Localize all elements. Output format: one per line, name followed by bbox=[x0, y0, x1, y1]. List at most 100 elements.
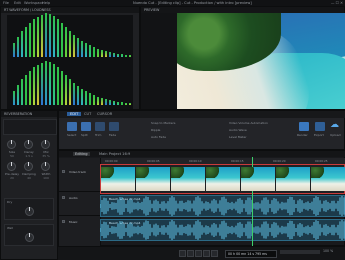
tool-label: Fade bbox=[109, 133, 117, 137]
meter-bar bbox=[13, 91, 15, 105]
meter-bar bbox=[33, 19, 35, 57]
meter-bar bbox=[97, 97, 99, 105]
option-audio-wave[interactable]: Audio Wave bbox=[229, 128, 247, 132]
video-thumbnail bbox=[241, 167, 275, 191]
option-snap[interactable]: Snap to Markers bbox=[151, 121, 175, 125]
meter-display bbox=[7, 13, 133, 109]
meter-bar bbox=[73, 83, 75, 105]
window-controls[interactable]: — ☐ ✕ bbox=[331, 1, 343, 5]
effect-panel-title: REVERBERATION bbox=[4, 112, 33, 116]
track-header-audio[interactable]: Audio bbox=[59, 194, 101, 216]
knob-size[interactable] bbox=[7, 140, 16, 149]
timecode-display[interactable]: 00 h 00 mn 14 s 795 ms bbox=[225, 250, 277, 258]
meter-bar bbox=[101, 50, 103, 57]
ruler-label: 00:00:25 bbox=[315, 159, 328, 163]
knob-width[interactable] bbox=[41, 162, 50, 171]
option-level-meter[interactable]: Level Meter bbox=[229, 135, 247, 139]
knob-mix[interactable] bbox=[41, 140, 50, 149]
zoom-slider[interactable] bbox=[280, 250, 320, 254]
meter-bar bbox=[73, 35, 75, 57]
track-name-video: Video track bbox=[69, 170, 86, 174]
meter-bar bbox=[29, 71, 31, 105]
render-button[interactable] bbox=[299, 122, 309, 131]
export-button[interactable] bbox=[315, 122, 325, 131]
meter-bar bbox=[117, 54, 119, 57]
knob-damping[interactable] bbox=[24, 162, 33, 171]
go-start-button[interactable] bbox=[179, 250, 186, 257]
meter-bar bbox=[125, 55, 127, 57]
cloud-upload-icon[interactable]: ☁ bbox=[330, 120, 339, 130]
video-preview[interactable] bbox=[177, 13, 345, 109]
menu-help[interactable]: Help bbox=[42, 1, 50, 5]
meter-bar bbox=[77, 86, 79, 105]
track-header-video[interactable]: Video track bbox=[59, 168, 101, 192]
knob-predelay[interactable] bbox=[7, 162, 16, 171]
scissors-tool-button[interactable] bbox=[81, 122, 91, 131]
fade-tool-button[interactable] bbox=[109, 122, 119, 131]
tool-label: Split bbox=[81, 133, 88, 137]
meter-bar bbox=[57, 67, 59, 105]
track-header-music[interactable]: Music bbox=[59, 218, 101, 240]
go-end-button[interactable] bbox=[211, 250, 218, 257]
meter-bar bbox=[65, 75, 67, 105]
menu-workspace[interactable]: Workspace bbox=[24, 1, 44, 5]
timecode-text: 00 h 00 mn 14 s 795 ms bbox=[228, 252, 267, 256]
tab-cut[interactable]: CUT bbox=[84, 112, 91, 116]
meter-bar bbox=[69, 79, 71, 105]
track-video-mute[interactable] bbox=[62, 170, 65, 173]
track-music-mute[interactable] bbox=[62, 220, 65, 223]
meter-bar bbox=[13, 43, 15, 57]
meter-bar bbox=[49, 62, 51, 105]
zoom-value: 100 % bbox=[323, 249, 334, 253]
meter-bar bbox=[25, 27, 27, 57]
trim-tool-button[interactable] bbox=[95, 122, 105, 131]
tab-editing[interactable]: Editing bbox=[73, 152, 90, 156]
meter-bar bbox=[41, 15, 43, 57]
meter-bar bbox=[85, 91, 87, 105]
meter-bar bbox=[93, 95, 95, 105]
option-video-volume[interactable]: Video Volume Automation bbox=[229, 121, 268, 125]
meter-bar bbox=[85, 43, 87, 57]
meter-bar bbox=[53, 16, 55, 57]
meter-bar bbox=[129, 103, 131, 105]
meter-bar bbox=[93, 47, 95, 57]
knob-value: 50 bbox=[10, 154, 14, 158]
export-label: Export bbox=[314, 133, 324, 137]
meter-bar bbox=[121, 102, 123, 105]
option-ripple[interactable]: Ripple bbox=[151, 128, 160, 132]
ribbon-toolbar: EDIT CUT CURSOR Snap to Markers Ripple A… bbox=[58, 110, 345, 150]
meter-bar bbox=[25, 75, 27, 105]
tab-cursor[interactable]: CURSOR bbox=[97, 112, 112, 116]
meter-bar bbox=[49, 14, 51, 57]
meter-bar bbox=[129, 55, 131, 57]
effect-section-dry: Dry bbox=[4, 198, 54, 220]
meter-bar bbox=[105, 99, 107, 105]
meter-bar bbox=[121, 54, 123, 57]
step-forward-button[interactable] bbox=[203, 250, 210, 257]
tab-edit[interactable]: EDIT bbox=[67, 112, 82, 116]
ruler-label: 00:00:20 bbox=[273, 159, 286, 163]
preview-panel-title: PREVIEW bbox=[144, 8, 160, 12]
menu-edit[interactable]: Edit bbox=[14, 1, 21, 5]
meter-bar bbox=[81, 41, 83, 57]
video-thumbnail bbox=[136, 167, 170, 191]
play-button[interactable] bbox=[195, 250, 202, 257]
step-back-button[interactable] bbox=[187, 250, 194, 257]
arrow-tool-button[interactable] bbox=[67, 122, 77, 131]
knob-decay[interactable] bbox=[24, 140, 33, 149]
effect-panel-header: REVERBERATION bbox=[1, 111, 57, 117]
knob-wet[interactable] bbox=[25, 233, 34, 242]
video-thumbnail bbox=[101, 167, 135, 191]
tab-main-project[interactable]: Main Project 16:9 bbox=[99, 152, 130, 156]
track-audio-mute[interactable] bbox=[62, 196, 65, 199]
meter-bar bbox=[45, 61, 47, 105]
meter-bar bbox=[65, 27, 67, 57]
knob-dry[interactable] bbox=[25, 207, 34, 216]
option-autofade[interactable]: Auto Fade bbox=[151, 135, 166, 139]
tool-label: Select bbox=[67, 133, 77, 137]
meter-bar bbox=[113, 101, 115, 105]
track-name-audio: Audio bbox=[69, 196, 78, 200]
menu-file[interactable]: File bbox=[3, 1, 9, 5]
ruler-label: 00:00:10 bbox=[189, 159, 202, 163]
effect-graph bbox=[3, 119, 57, 135]
